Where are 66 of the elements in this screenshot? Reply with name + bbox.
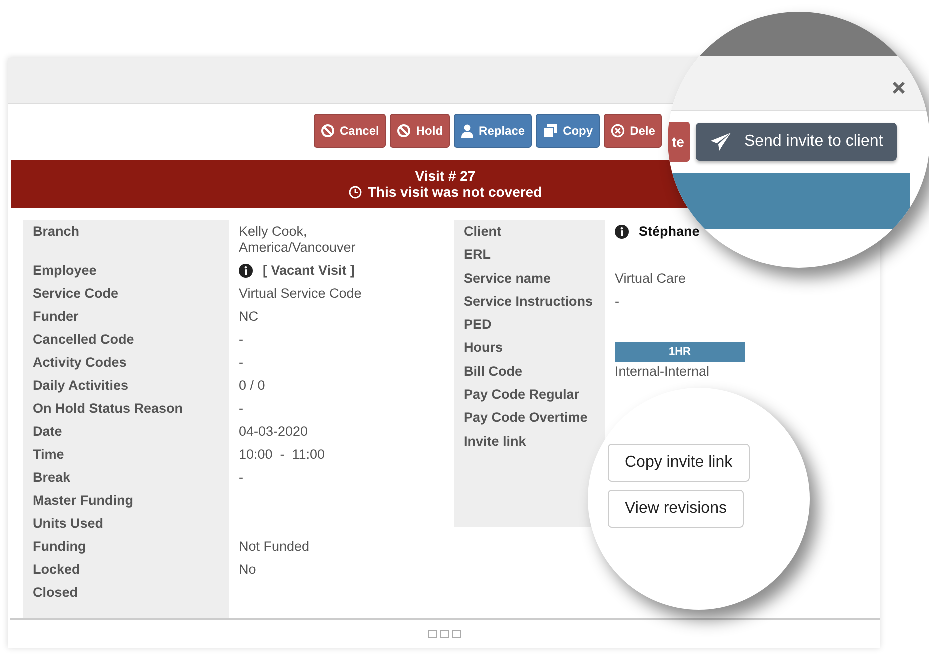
field-label: Time <box>33 447 64 462</box>
delete-button-fragment[interactable]: te <box>668 122 690 162</box>
field-label: Service name <box>464 270 552 286</box>
field-value: 04-03-2020 <box>239 424 308 440</box>
field-label: Hours <box>464 340 504 356</box>
close-circle-icon <box>611 124 626 138</box>
field-label: Date <box>33 424 62 439</box>
field-label: Locked <box>33 562 80 577</box>
field-label: Funder <box>33 309 79 324</box>
field-label: Employee <box>33 263 97 278</box>
field-label: On Hold Status Reason <box>33 401 184 416</box>
user-icon <box>461 124 474 138</box>
client-name: Stéphane <box>639 224 700 240</box>
paper-plane-icon <box>710 132 732 152</box>
toolbar-button[interactable]: Hold <box>390 114 450 148</box>
field-label: Service Code <box>33 286 119 301</box>
field-value: - <box>239 401 244 417</box>
field-label: Service Instructions <box>464 294 594 309</box>
field-value: Not Funded <box>239 539 310 555</box>
field-label: Activity Codes <box>33 355 127 370</box>
field-label: Pay Code Regular <box>464 387 580 402</box>
visit-title: Visit # 27 <box>415 168 476 184</box>
field-value: Virtual Service Code <box>239 286 362 302</box>
outline-button[interactable]: Copy invite link <box>608 444 750 482</box>
toolbar-button[interactable]: Replace <box>454 114 532 148</box>
field-value: 0 / 0 <box>239 378 266 394</box>
field-label: Pay Code Overtime <box>464 410 588 426</box>
field-value: - <box>239 470 244 486</box>
field-label: Break <box>33 470 71 485</box>
field-value: Kelly Cook, America/Vancouver <box>239 224 356 256</box>
field-value: 10:00 - 11:00 <box>239 447 326 463</box>
field-label: Units Used <box>33 516 104 531</box>
toolbar-button[interactable]: Dele <box>604 114 662 148</box>
field-value: - <box>239 332 244 348</box>
field-label: Cancelled Code <box>33 332 134 347</box>
field-value: Virtual Care <box>615 270 686 287</box>
close-icon[interactable] <box>892 81 906 95</box>
info-icon <box>615 225 629 239</box>
clock-icon <box>348 186 362 198</box>
hours-badge: 1HR <box>615 342 745 362</box>
toolbar-button[interactable]: Copy <box>536 114 600 148</box>
field-value: - <box>239 355 244 371</box>
outline-button[interactable]: View revisions <box>608 490 744 528</box>
toolbar-button[interactable]: Cancel <box>314 114 386 148</box>
field-value: [ Vacant Visit ] <box>263 263 356 279</box>
resize-grip-icon <box>428 629 462 639</box>
field-value: NC <box>239 309 258 325</box>
copy-icon <box>543 124 558 138</box>
field-label: ERL <box>464 247 491 262</box>
field-label: Daily Activities <box>33 378 129 393</box>
field-label: Closed <box>33 585 78 600</box>
field-label: Bill Code <box>464 364 523 379</box>
ban-icon <box>397 124 412 138</box>
info-icon <box>239 264 253 278</box>
send-invite-button[interactable]: Send invite to client <box>696 123 898 161</box>
field-label: PED <box>464 317 492 332</box>
ban-icon <box>321 124 335 138</box>
field-label: Client <box>464 224 502 239</box>
field-value: Internal-Internal <box>615 364 710 380</box>
field-label: Funding <box>33 539 86 554</box>
field-label: Invite link <box>464 434 526 449</box>
field-label: Master Funding <box>33 493 134 508</box>
field-value: No <box>239 562 256 578</box>
field-label: Branch <box>33 224 80 239</box>
banner-message: This visit was not covered <box>368 184 542 200</box>
field-value: - <box>615 294 620 310</box>
